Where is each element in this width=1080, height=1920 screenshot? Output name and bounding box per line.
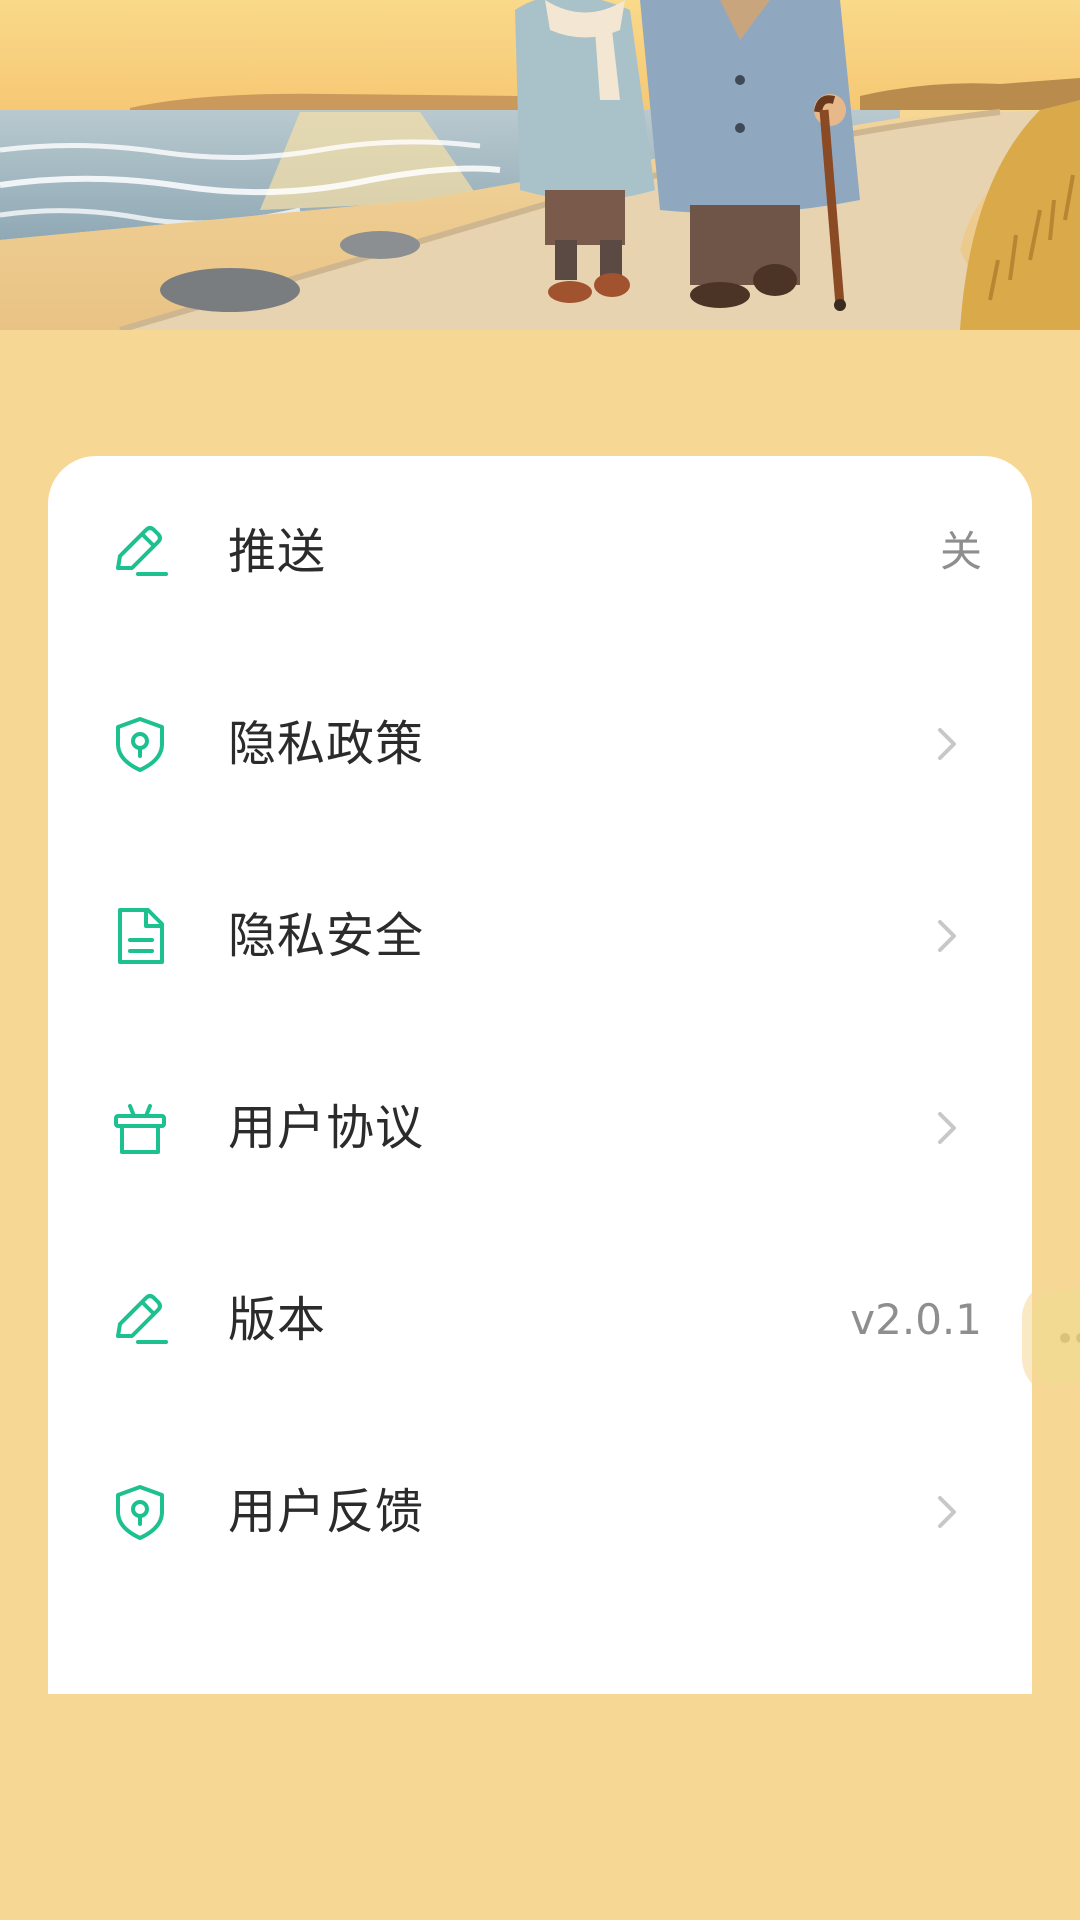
beach-couple-illustration	[0, 0, 1080, 330]
document-icon	[110, 906, 170, 966]
settings-row-user-agreement[interactable]: 用户协议	[48, 1032, 1032, 1224]
header-illustration	[0, 0, 1080, 330]
settings-row-privacy-security[interactable]: 隐私安全	[48, 840, 1032, 1032]
settings-row-label: 用户反馈	[228, 1484, 425, 1540]
settings-row-label: 推送	[228, 524, 327, 580]
version-value: v2.0.1	[850, 1295, 982, 1344]
push-status-value: 关	[939, 527, 982, 576]
settings-row-label: 隐私政策	[228, 716, 425, 772]
settings-row-label: 用户协议	[228, 1100, 425, 1156]
floating-more-button[interactable]	[1032, 1290, 1080, 1386]
shield-lock-icon	[110, 1482, 170, 1542]
settings-row-push[interactable]: 推送 关	[48, 456, 1032, 648]
more-dots-icon	[1076, 1333, 1080, 1343]
settings-row-label: 隐私安全	[228, 908, 425, 964]
settings-row-user-feedback[interactable]: 用户反馈	[48, 1416, 1032, 1608]
pencil-icon	[110, 1290, 170, 1350]
chevron-right-icon	[926, 1492, 966, 1532]
chevron-right-icon	[926, 1108, 966, 1148]
more-dots-icon	[1060, 1333, 1070, 1343]
pencil-icon	[110, 522, 170, 582]
chevron-right-icon	[926, 916, 966, 956]
gift-box-icon	[110, 1098, 170, 1158]
settings-row-version[interactable]: 版本 v2.0.1	[48, 1224, 1032, 1416]
chevron-right-icon	[926, 724, 966, 764]
settings-row-label: 版本	[228, 1292, 327, 1348]
settings-row-privacy-policy[interactable]: 隐私政策	[48, 648, 1032, 840]
settings-card: 推送 关 隐私政策 隐私安全 用户协议 版本 v2.0.1 用户反馈	[48, 456, 1032, 1694]
shield-lock-icon	[110, 714, 170, 774]
